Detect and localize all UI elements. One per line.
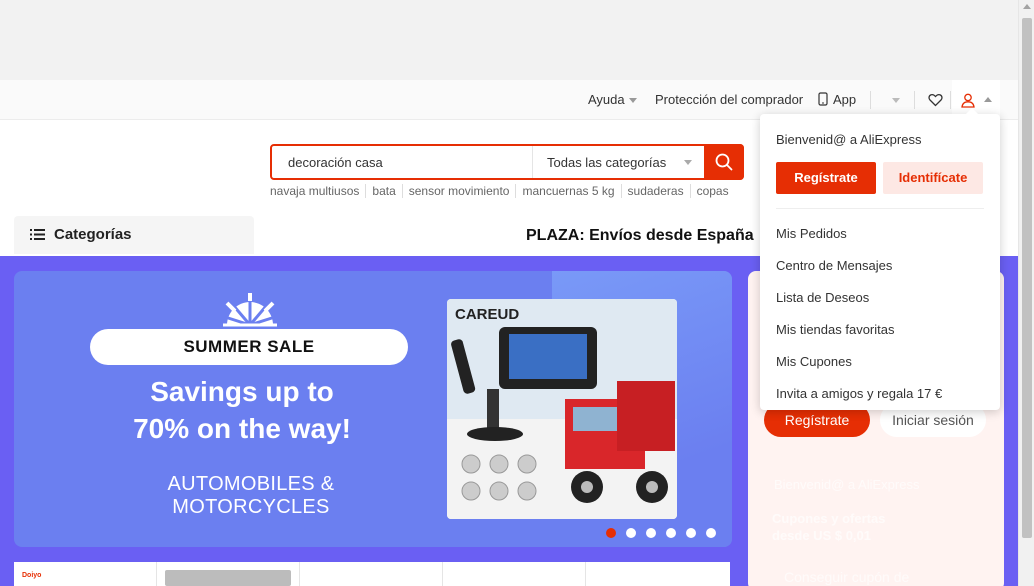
category-select-label: Todas las categorías: [547, 155, 667, 170]
search-bar: Todas las categorías: [270, 144, 744, 180]
app-link[interactable]: App: [818, 92, 856, 107]
categories-label: Categorías: [54, 226, 132, 243]
help-label: Ayuda: [588, 92, 625, 107]
headline-line-1: Savings up to: [150, 376, 334, 407]
panel-coupons-title: Cupones y ofertas: [772, 511, 886, 526]
headline-line-2: 70% on the way!: [133, 413, 351, 444]
hot-searches: navaja multiusos bata sensor movimiento man…: [270, 184, 735, 198]
banner-headline: Savings up to 70% on the way!: [90, 373, 394, 447]
promo-banner[interactable]: SUMMER SALE Savings up to 70% on the way…: [14, 271, 732, 547]
sun-logo-icon: [223, 293, 277, 327]
heart-icon: [928, 94, 943, 107]
menu-item-orders[interactable]: Mis Pedidos: [776, 218, 942, 250]
register-button[interactable]: Regístrate: [776, 162, 876, 194]
carousel-indicators: [606, 525, 726, 543]
menu-item-favorite-stores[interactable]: Mis tiendas favoritas: [776, 314, 942, 346]
scrollbar-thumb[interactable]: [1022, 18, 1032, 538]
divider: [950, 91, 951, 109]
page-scrollbar[interactable]: [1018, 0, 1034, 586]
hot-search-link[interactable]: navaja multiusos: [270, 184, 365, 198]
carousel-dot[interactable]: [686, 528, 696, 538]
buyer-protection-link[interactable]: Protección del comprador: [655, 92, 803, 107]
thumbnail-image: [165, 570, 291, 586]
account-menu-list: Mis Pedidos Centro de Mensajes Lista de …: [776, 218, 942, 410]
dropdown-welcome: Bienvenid@ a AliExpress: [776, 132, 922, 147]
thumbnail-card[interactable]: Doiyo: [14, 562, 157, 586]
menu-item-wishlist[interactable]: Lista de Deseos: [776, 282, 942, 314]
panel-coupon-link[interactable]: Conseguir cupón de: [784, 569, 909, 585]
chevron-up-icon: [984, 97, 992, 102]
tire-monitor-truck-image: CAREUD: [447, 299, 677, 519]
sign-in-button[interactable]: Identifícate: [883, 162, 983, 194]
thumbnail-card[interactable]: [157, 562, 300, 586]
dropdown-pointer: [966, 108, 978, 114]
help-menu[interactable]: Ayuda: [588, 92, 637, 107]
carousel-dot[interactable]: [666, 528, 676, 538]
divider: [914, 91, 915, 109]
menu-item-messages[interactable]: Centro de Mensajes: [776, 250, 942, 282]
banner-category: AUTOMOBILES & MOTORCYCLES: [167, 473, 335, 518]
category-select[interactable]: Todas las categorías: [532, 146, 706, 178]
carousel-dot[interactable]: [646, 528, 656, 538]
chevron-down-icon: [892, 98, 900, 104]
divider: [870, 91, 871, 109]
app-label: App: [833, 92, 857, 107]
scroll-up-icon[interactable]: [1023, 4, 1031, 9]
product-thumbnail-row: Doiyo: [14, 562, 730, 586]
menu-item-invite-friends[interactable]: Invita a amigos y regala 17 €: [776, 378, 942, 410]
chevron-down-icon: [628, 98, 637, 104]
summer-sale-badge: SUMMER SALE: [90, 329, 408, 365]
phone-icon: [818, 92, 828, 106]
panel-coupons-subtitle: desde US $ 0,01: [772, 528, 871, 543]
account-dropdown: Bienvenid@ a AliExpress Regístrate Ident…: [760, 108, 1000, 410]
search-input[interactable]: [272, 146, 532, 178]
plaza-link[interactable]: PLAZA: Envíos desde España: [526, 227, 754, 245]
language-menu[interactable]: [888, 92, 900, 107]
categories-menu[interactable]: Categorías: [14, 216, 254, 254]
carousel-dot[interactable]: [706, 528, 716, 538]
thumbnail-card[interactable]: [443, 562, 586, 586]
product-brand: CAREUD: [455, 306, 519, 323]
product-image: CAREUD: [447, 299, 677, 519]
thumbnail-logo: Doiyo: [22, 572, 42, 579]
panel-welcome-text: Bienvenid@ a AliExpress: [774, 477, 920, 492]
browser-top-area: [0, 0, 1018, 80]
hot-search-link[interactable]: sensor movimiento: [401, 184, 516, 198]
list-icon: [30, 229, 45, 240]
hot-search-link[interactable]: mancuernas 5 kg: [515, 184, 620, 198]
menu-item-coupons[interactable]: Mis Cupones: [776, 346, 942, 378]
user-icon: [961, 93, 975, 108]
hot-search-link[interactable]: sudaderas: [620, 184, 690, 198]
carousel-dot[interactable]: [606, 528, 616, 538]
hot-search-link[interactable]: bata: [365, 184, 401, 198]
chevron-down-icon: [684, 160, 692, 165]
wishlist-button[interactable]: [928, 93, 943, 110]
search-button[interactable]: [704, 144, 744, 180]
thumbnail-card[interactable]: [586, 562, 730, 586]
search-icon: [715, 153, 733, 171]
hot-search-link[interactable]: copas: [689, 184, 735, 198]
thumbnail-card[interactable]: [300, 562, 443, 586]
divider: [776, 208, 984, 209]
carousel-dot[interactable]: [626, 528, 636, 538]
